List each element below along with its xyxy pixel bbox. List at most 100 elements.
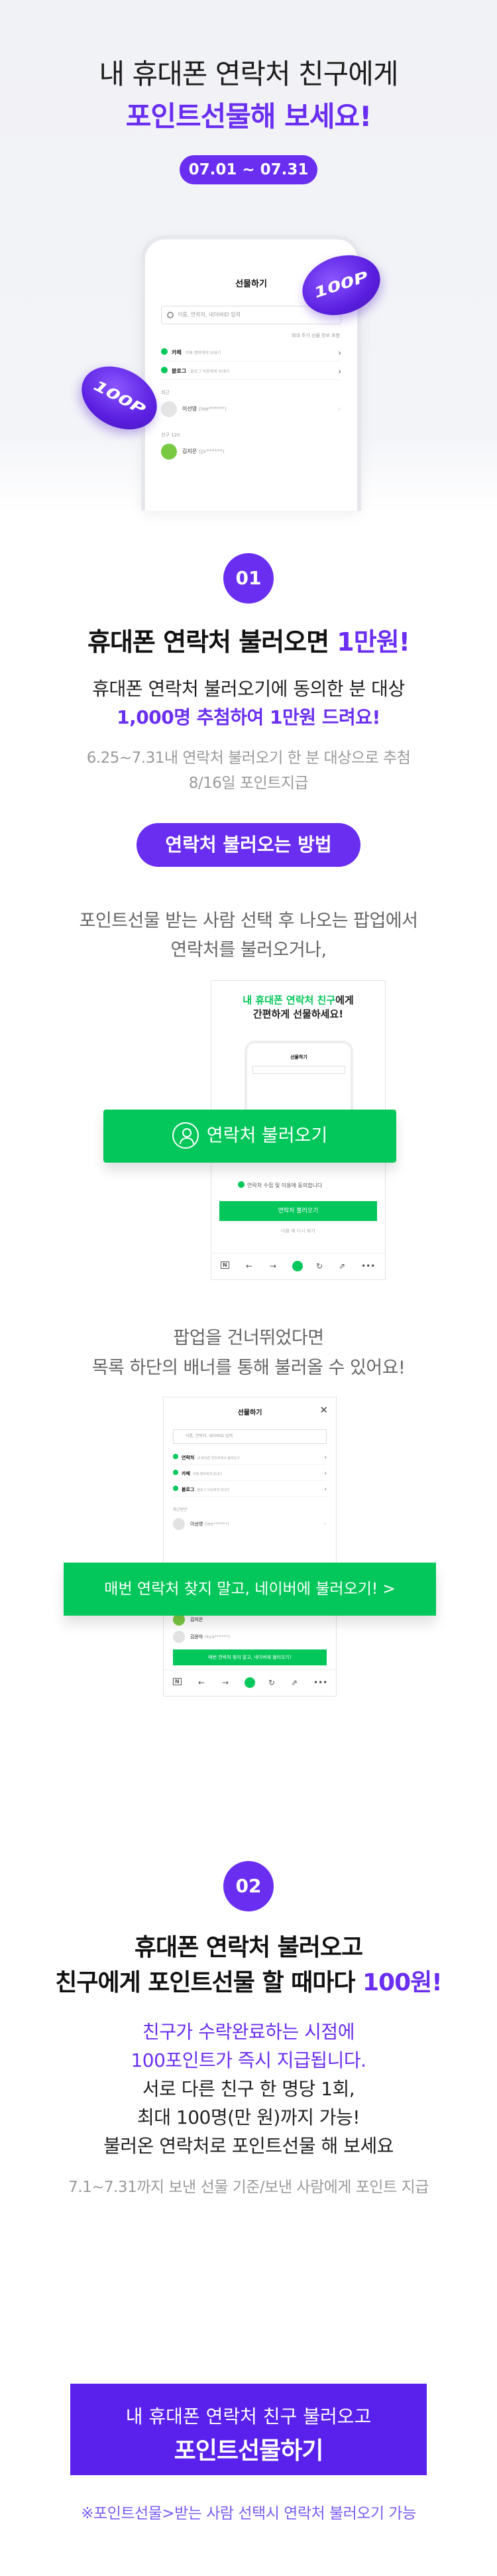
popup-headline-rest: 에게 [335, 994, 354, 1006]
person-id: (lee******) [204, 1521, 229, 1527]
check-icon [238, 1181, 245, 1188]
blog-icon [161, 367, 168, 373]
phone-person-row: 김지은 (jjs******) [161, 441, 341, 462]
person-name: 김윤아 (kya******) [190, 1628, 230, 1645]
list-person-row: 이선영 (lee******) ☆ [173, 1515, 327, 1533]
chevron-right-icon: › [338, 367, 341, 376]
section2-title-highlight: 100원! [362, 1969, 443, 1996]
section2-line3: 서로 다른 친구 한 명당 1회, [142, 2078, 355, 2100]
naver-icon: N [173, 1678, 182, 1685]
chevron-right-icon: › [324, 1454, 327, 1461]
browser-bottom-bar: N ← → ↻ ⇗ ••• [164, 1669, 336, 1696]
search-icon [167, 312, 174, 318]
row-label: 카페 [172, 350, 182, 355]
section2-line4: 최대 100명(만 원)까지 가능! [137, 2106, 360, 2128]
phone-note: 최대 주기 선물 정보 포함 [291, 333, 340, 338]
avatar [173, 1518, 185, 1530]
back-icon: ← [198, 1678, 205, 1687]
star-icon: ☆ [323, 1521, 327, 1526]
desc1-line2: 연락처를 불러오거나, [170, 940, 327, 960]
footer-note: ※포인트선물>받는 사람 선택시 연락처 불러오기 가능 [81, 2505, 416, 2522]
star-icon: ☆ [337, 407, 341, 412]
section2-line2: 100포인트가 즉시 지급됩니다. [131, 2049, 366, 2071]
avatar [161, 444, 177, 460]
consent-check: 연락처 수집 및 이용에 동의합니다 [238, 1181, 322, 1189]
point-gift-cta-button[interactable]: 내 휴대폰 연락처 친구 불러오고 포인트선물하기 [70, 2384, 427, 2475]
phone-section-friends: 친구 120 [161, 432, 180, 438]
person-id: (jjs******) [198, 448, 225, 454]
section2-title-line1: 휴대폰 연락처 불러오고 [134, 1934, 363, 1961]
list-row-cafe: 카페 카페 멤버에게 보내기 › [173, 1466, 327, 1481]
phone-row-blog: 블로그 블로그 이웃에게 보내기 › [161, 363, 341, 380]
section1-note2: 8/16일 포인트지급 [188, 775, 309, 792]
import-banner-button[interactable]: 매번 연락처 찾지 말고, 네이버에 불러오기! > [64, 1563, 436, 1616]
phone-section-recent: 최근 [161, 390, 170, 395]
list-search: 이름, 연락처, 네이버ID 입력 [173, 1429, 327, 1444]
chevron-right-icon: › [324, 1486, 327, 1493]
desc2-line2: 목록 하단의 배너를 통해 불러올 수 있어요! [91, 1358, 406, 1378]
popup-later-note: 다음 에 다시 보기 [281, 1228, 315, 1234]
import-contacts-label: 연락처 불러오기 [206, 1126, 328, 1146]
popup-headline: 내 휴대폰 연락처 친구에게간편하게 선물하세요! [211, 993, 385, 1021]
person-name-text: 이선영 [190, 1521, 203, 1527]
more-icon: ••• [361, 1261, 376, 1271]
section2-line5: 불러온 연락처로 포인트선물 해 보세요 [103, 2135, 394, 2157]
person-name-text: 김윤아 [190, 1634, 203, 1640]
more-icon: ••• [313, 1678, 328, 1687]
list-person-row: 김윤아 (kya******) [173, 1628, 327, 1645]
list-title: 선물하기 [237, 1409, 262, 1417]
phone-search-placeholder: 이름, 연락처, 네이버ID 입력 [178, 312, 241, 318]
section2-note: 7.1~7.31까지 보낸 선물 기준/보낸 사람에게 포인트 지급 [68, 2179, 429, 2196]
contacts-icon [173, 1454, 178, 1459]
row-label: 연락처 [182, 1455, 195, 1460]
cta-line1: 내 휴대폰 연락처 친구 불러오고 [125, 2406, 372, 2427]
list-screenshot: 선물하기 ✕ 이름, 연락처, 네이버ID 입력 연락처 내 휴대폰 연락처에서 … [163, 1397, 337, 1697]
event-date-badge: 07.01 ~ 07.31 [180, 155, 317, 184]
share-icon: ⇗ [291, 1678, 298, 1687]
popup-inner-title: 선물하기 [290, 1055, 307, 1060]
person-name: 김지은 (jjs******) [182, 441, 225, 462]
popup-inner-search [252, 1066, 345, 1074]
section2-line1: 친구가 수락완료하는 시점에 [142, 2021, 355, 2043]
desc1-line1: 포인트선물 받는 사람 선택 후 나오는 팝업에서 [79, 911, 418, 931]
row-sub: 내 휴대폰 연락처에서 불러오기 [197, 1456, 240, 1460]
popup-import-button: 연락처 불러오기 [219, 1201, 377, 1221]
hero-section: 내 휴대폰 연락처 친구에게 포인트선물해 보세요! 07.01 ~ 07.31… [0, 0, 497, 511]
section1-line1: 휴대폰 연락처 불러오기에 동의한 분 대상 [92, 678, 405, 700]
section1-title-text: 휴대폰 연락처 불러오면 [87, 627, 337, 657]
refresh-icon: ↻ [316, 1261, 323, 1271]
back-icon: ← [246, 1261, 253, 1271]
cafe-icon [161, 348, 168, 355]
desc2-line1: 팝업을 건너뛰었다면 [173, 1328, 324, 1348]
import-contacts-button[interactable]: 연락처 불러오기 [103, 1110, 396, 1163]
event-page: 내 휴대폰 연락처 친구에게 포인트선물해 보세요! 07.01 ~ 07.31… [0, 0, 497, 2576]
row-label: 카페 [182, 1471, 190, 1476]
section2-title-line2: 친구에게 포인트선물 할 때마다 100원! [0, 1963, 497, 1998]
section1-note1: 6.25~7.31내 연락처 불러오기 한 분 대상으로 추첨 [86, 749, 411, 767]
row-sub: 카페 멤버에게 보내기 [185, 351, 221, 355]
person-id: (lee******) [198, 406, 227, 412]
how-to-import-button[interactable]: 연락처 불러오는 방법 [137, 823, 360, 867]
forward-icon: → [222, 1678, 229, 1687]
section2-title-text: 친구에게 포인트선물 할 때마다 [55, 1969, 362, 1996]
row-label: 블로그 [182, 1487, 195, 1492]
forward-icon: → [270, 1261, 277, 1271]
person-name: 이선영 (lee******) [182, 399, 227, 420]
person-id: (kya******) [204, 1634, 231, 1640]
row-sub: 카페 멤버에게 보내기 [192, 1472, 223, 1476]
cta-line2: 포인트선물하기 [174, 2437, 324, 2465]
list-import-banner: 매번 연락처 찾지 말고, 네이버에 불러오기! [173, 1649, 327, 1665]
consent-text: 연락처 수집 및 이용에 동의합니다 [247, 1183, 323, 1189]
phone-person-row: 이선영 (lee******) ☆ [161, 399, 341, 420]
popup-headline-line2: 간편하게 선물하세요! [252, 1008, 344, 1020]
section1-title-highlight: 1만원! [337, 627, 410, 657]
step-number-badge: 01 [223, 553, 274, 604]
avatar [161, 401, 177, 417]
refresh-icon: ↻ [268, 1678, 276, 1687]
chevron-right-icon: › [338, 348, 341, 357]
section1-line2: 1,000명 추첨하여 1만원 드려요! [117, 706, 380, 728]
section1-title: 휴대폰 연락처 불러오면 1만원! [0, 621, 497, 658]
popup-headline-green: 내 휴대폰 연락처 친구 [243, 994, 336, 1006]
cafe-icon [173, 1470, 178, 1475]
list-row-blog: 블로그 블로그 이웃에게 보내기 › [173, 1482, 327, 1497]
